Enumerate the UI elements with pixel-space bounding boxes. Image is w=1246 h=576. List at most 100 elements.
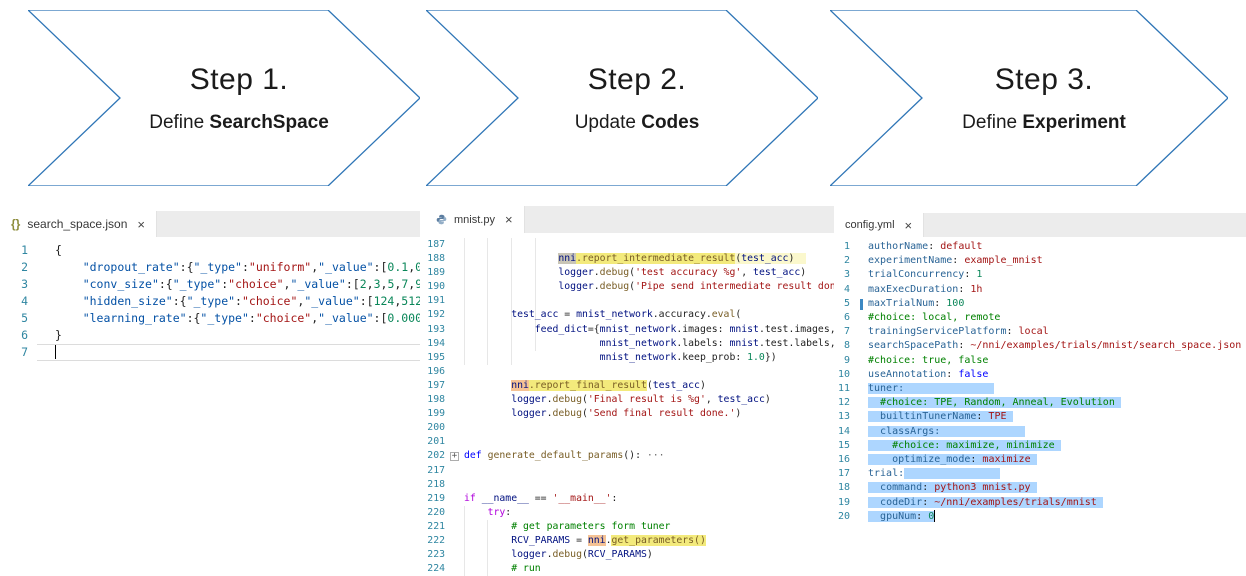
line-number: 4: [0, 293, 37, 310]
code-text: authorName: default: [856, 240, 1246, 254]
code-token: "choice": [256, 311, 311, 325]
code-line: 222 RCV_PARAMS = nni.get_parameters(): [425, 534, 834, 548]
code-text: experimentName: example_mnist: [856, 254, 1246, 268]
code-token: 'test accuracy %g': [635, 267, 741, 278]
close-icon[interactable]: ×: [137, 217, 145, 232]
code-token: 124: [374, 294, 395, 308]
code-token: "choice": [242, 294, 297, 308]
line-number: 220: [425, 506, 449, 520]
code-token: 3: [374, 277, 381, 291]
code-token: experimentName: [868, 255, 952, 266]
close-icon[interactable]: ×: [905, 218, 913, 233]
code-text: trainingServicePlatform: local: [856, 325, 1246, 339]
code-token: :: [952, 255, 964, 266]
code-token: feed_dict: [535, 324, 588, 335]
code-text: [449, 478, 834, 492]
code-token: [868, 397, 880, 408]
code-token: 9: [415, 277, 420, 291]
code-token: [464, 338, 600, 349]
tab-mnist-py[interactable]: mnist.py ×: [425, 206, 525, 233]
code-token: :{: [180, 260, 194, 274]
code-token: (: [735, 309, 741, 320]
code-token: debug: [552, 408, 582, 419]
code-token: :: [958, 340, 970, 351]
code-text: #choice: TPE, Random, Anneal, Evolution: [856, 396, 1246, 410]
code-text: trialConcurrency: 1: [856, 268, 1246, 282]
tab-bar: config.yml ×: [834, 213, 1246, 237]
code-token: searchSpacePath: [868, 340, 958, 351]
line-number: 197: [425, 379, 449, 393]
code-token: mnist_network: [600, 352, 677, 363]
line-number: 218: [425, 478, 449, 492]
code-token: "dropout_rate": [83, 260, 180, 274]
code-token: builtinTunerName: [880, 411, 976, 422]
code-line: 220 try:: [425, 506, 834, 520]
code-token: :{: [187, 311, 201, 325]
line-number: 188: [425, 252, 449, 266]
code-token: RCV_PARAMS: [588, 549, 647, 560]
code-token: "uniform": [249, 260, 311, 274]
code-text: [449, 435, 834, 449]
code-token: [904, 383, 994, 394]
figure-canvas: Step 1. Define SearchSpace Step 2. Updat…: [0, 0, 1246, 576]
fold-icon[interactable]: +: [450, 452, 459, 461]
code-token: .keep_prob:: [676, 352, 747, 363]
code-token: debug: [600, 267, 630, 278]
code-text: gpuNum: 0: [856, 510, 1246, 525]
code-line: 188 nni.report_intermediate_result(test_…: [425, 252, 834, 266]
tab-config-yml[interactable]: config.yml ×: [834, 213, 924, 237]
line-number: 9: [834, 354, 856, 368]
code-line: 11tuner:: [834, 382, 1246, 396]
code-token: false: [958, 369, 988, 380]
code-line: 3 "conv_size":{"_type":"choice","_value"…: [0, 276, 420, 293]
code-editor-area[interactable]: 187188 nni.report_intermediate_result(te…: [425, 233, 834, 576]
line-number: 200: [425, 421, 449, 435]
code-token: get_parameters(): [611, 535, 705, 546]
tab-search-space-json[interactable]: {} search_space.json ×: [0, 211, 157, 237]
code-token: 'Final result is %g': [588, 394, 706, 405]
json-file-icon: {}: [11, 217, 20, 231]
line-number: 5: [834, 297, 856, 311]
code-line: 5 "learning_rate":{"_type":"choice","_va…: [0, 310, 420, 327]
code-text: #choice: local, remote: [856, 311, 1246, 325]
code-text: searchSpacePath: ~/nni/examples/trials/m…: [856, 339, 1246, 353]
code-token: .report_intermediate_result: [576, 253, 735, 264]
code-line: 219if __name__ == '__main__':: [425, 492, 834, 506]
code-token: [464, 521, 511, 532]
code-editor-area[interactable]: 1authorName: default2experimentName: exa…: [834, 237, 1246, 525]
code-token: :{: [159, 277, 173, 291]
code-token: }: [55, 328, 62, 342]
code-text: [449, 421, 834, 435]
code-line: 14 classArgs:: [834, 425, 1246, 439]
code-text: try:: [449, 506, 834, 520]
code-token: tuner:: [868, 383, 904, 394]
step-3-title: Step 3.: [995, 63, 1094, 97]
code-token: logger: [558, 281, 593, 292]
code-editor-area[interactable]: 1{2 "dropout_rate":{"_type":"uniform","_…: [0, 237, 420, 361]
code-token: [868, 440, 892, 451]
line-number: 222: [425, 534, 449, 548]
code-line: 191: [425, 294, 834, 308]
code-line: 221 # get parameters form tuner: [425, 520, 834, 534]
code-token: ,: [741, 267, 753, 278]
code-token: RCV_PARAMS: [511, 535, 570, 546]
code-token: [1055, 440, 1061, 451]
code-token: useAnnotation: [868, 369, 946, 380]
code-token: .labels:: [676, 338, 729, 349]
code-token: [464, 507, 488, 518]
code-token: local: [1019, 326, 1049, 337]
line-number: 6: [0, 327, 37, 344]
close-icon[interactable]: ×: [505, 212, 513, 227]
code-token: trainingServicePlatform: [868, 326, 1006, 337]
code-token: generate_default_params: [488, 450, 624, 461]
code-line: 12 #choice: TPE, Random, Anneal, Evoluti…: [834, 396, 1246, 410]
code-token: }): [765, 352, 777, 363]
code-token: try: [488, 507, 506, 518]
code-token: logger: [511, 408, 546, 419]
code-token: :: [249, 311, 256, 325]
tab-label: search_space.json: [27, 217, 127, 231]
line-number: 15: [834, 439, 856, 453]
code-token: mnist_network: [600, 338, 677, 349]
code-token: test_acc: [653, 380, 700, 391]
code-token: [868, 482, 880, 493]
